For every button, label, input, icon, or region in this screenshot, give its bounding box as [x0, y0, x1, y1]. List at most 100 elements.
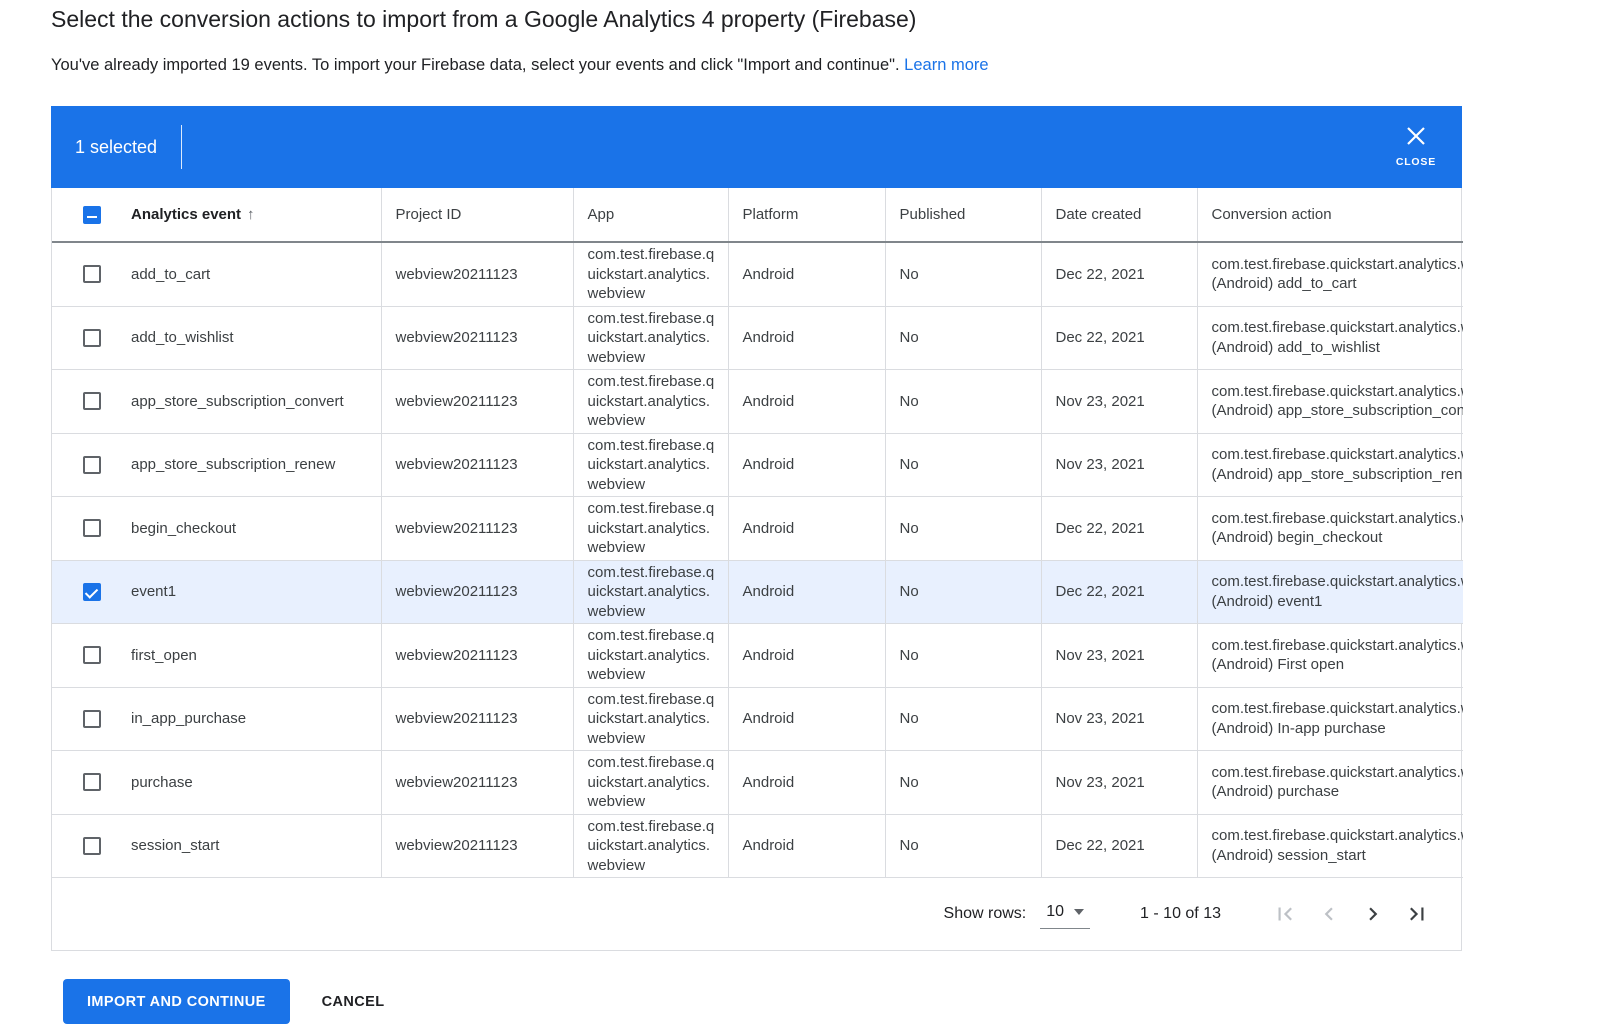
- chevron-left-icon: [1316, 901, 1342, 927]
- table-row[interactable]: add_to_cart webview20211123 com.test.fir…: [52, 242, 1463, 306]
- chevron-right-icon: [1360, 901, 1386, 927]
- import-conversions-page: Select the conversion actions to import …: [0, 0, 1600, 1024]
- table-row[interactable]: first_open webview20211123 com.test.fire…: [52, 624, 1463, 688]
- table-row[interactable]: begin_checkout webview20211123 com.test.…: [52, 497, 1463, 561]
- column-header-analytics-event[interactable]: Analytics event↑: [131, 188, 381, 242]
- row-checkbox[interactable]: [83, 773, 101, 791]
- date-created-cell: Nov 23, 2021: [1041, 687, 1197, 751]
- row-checkbox[interactable]: [83, 265, 101, 283]
- table-row[interactable]: app_store_subscription_convert webview20…: [52, 370, 1463, 434]
- select-all-checkbox[interactable]: [83, 206, 101, 224]
- platform-cell: Android: [728, 624, 885, 688]
- conversion-action-cell: com.test.firebase.quickstart.analytics.w…: [1197, 624, 1463, 688]
- project-id-cell: webview20211123: [381, 306, 573, 370]
- table-footer: Show rows: 10 1 - 10 of 13: [52, 878, 1461, 950]
- first-page-icon: [1272, 901, 1298, 927]
- row-checkbox[interactable]: [83, 329, 101, 347]
- events-table: Analytics event↑ Project ID App Platform…: [52, 188, 1463, 878]
- table-row[interactable]: in_app_purchase webview20211123 com.test…: [52, 687, 1463, 751]
- row-checkbox[interactable]: [83, 710, 101, 728]
- app-cell: com.test.firebase.quickstart.analytics.w…: [573, 497, 728, 561]
- row-checkbox[interactable]: [83, 837, 101, 855]
- date-created-cell: Dec 22, 2021: [1041, 306, 1197, 370]
- table-row[interactable]: event1 webview20211123 com.test.firebase…: [52, 560, 1463, 624]
- column-header-app[interactable]: App: [573, 188, 728, 242]
- table-row[interactable]: session_start webview20211123 com.test.f…: [52, 814, 1463, 878]
- event-cell: session_start: [131, 814, 381, 878]
- project-id-cell: webview20211123: [381, 624, 573, 688]
- checkbox-cell: [52, 433, 131, 497]
- selection-bar: 1 selected CLOSE: [51, 106, 1462, 188]
- table-row[interactable]: add_to_wishlist webview20211123 com.test…: [52, 306, 1463, 370]
- table-row[interactable]: app_store_subscription_renew webview2021…: [52, 433, 1463, 497]
- chevron-down-icon: [1074, 909, 1084, 915]
- event-cell: event1: [131, 560, 381, 624]
- app-cell: com.test.firebase.quickstart.analytics.w…: [573, 433, 728, 497]
- row-checkbox[interactable]: [83, 583, 101, 601]
- project-id-cell: webview20211123: [381, 814, 573, 878]
- published-cell: No: [885, 306, 1041, 370]
- app-cell: com.test.firebase.quickstart.analytics.w…: [573, 306, 728, 370]
- event-cell: add_to_wishlist: [131, 306, 381, 370]
- project-id-cell: webview20211123: [381, 370, 573, 434]
- column-header-label: App: [588, 206, 615, 223]
- published-cell: No: [885, 497, 1041, 561]
- published-cell: No: [885, 687, 1041, 751]
- table-row[interactable]: purchase webview20211123 com.test.fireba…: [52, 751, 1463, 815]
- date-created-cell: Dec 22, 2021: [1041, 497, 1197, 561]
- last-page-icon: [1404, 901, 1430, 927]
- app-cell: com.test.firebase.quickstart.analytics.w…: [573, 814, 728, 878]
- row-checkbox[interactable]: [83, 456, 101, 474]
- platform-cell: Android: [728, 497, 885, 561]
- show-rows-label: Show rows:: [944, 905, 1027, 923]
- import-and-continue-button[interactable]: IMPORT AND CONTINUE: [63, 979, 290, 1024]
- checkbox-cell: [52, 751, 131, 815]
- pagination-range: 1 - 10 of 13: [1140, 905, 1221, 923]
- conversion-action-cell: com.test.firebase.quickstart.analytics.w…: [1197, 687, 1463, 751]
- platform-cell: Android: [728, 433, 885, 497]
- table-body: add_to_cart webview20211123 com.test.fir…: [52, 242, 1463, 878]
- checkbox-cell: [52, 814, 131, 878]
- project-id-cell: webview20211123: [381, 751, 573, 815]
- column-header-date-created[interactable]: Date created: [1041, 188, 1197, 242]
- platform-cell: Android: [728, 306, 885, 370]
- date-created-cell: Dec 22, 2021: [1041, 242, 1197, 306]
- published-cell: No: [885, 751, 1041, 815]
- conversion-action-cell: com.test.firebase.quickstart.analytics.w…: [1197, 433, 1463, 497]
- published-cell: No: [885, 433, 1041, 497]
- divider: [181, 125, 182, 169]
- column-header-published[interactable]: Published: [885, 188, 1041, 242]
- previous-page-button[interactable]: [1307, 892, 1351, 936]
- row-checkbox[interactable]: [83, 519, 101, 537]
- date-created-cell: Dec 22, 2021: [1041, 814, 1197, 878]
- learn-more-link[interactable]: Learn more: [904, 56, 988, 74]
- app-cell: com.test.firebase.quickstart.analytics.w…: [573, 687, 728, 751]
- platform-cell: Android: [728, 242, 885, 306]
- first-page-button[interactable]: [1263, 892, 1307, 936]
- checkbox-cell: [52, 497, 131, 561]
- close-label: CLOSE: [1396, 156, 1436, 168]
- app-cell: com.test.firebase.quickstart.analytics.w…: [573, 370, 728, 434]
- checkbox-cell: [52, 687, 131, 751]
- column-header-label: Analytics event: [131, 206, 241, 223]
- next-page-button[interactable]: [1351, 892, 1395, 936]
- rows-per-page-select[interactable]: 10: [1040, 899, 1090, 929]
- last-page-button[interactable]: [1395, 892, 1439, 936]
- event-cell: first_open: [131, 624, 381, 688]
- column-header-platform[interactable]: Platform: [728, 188, 885, 242]
- published-cell: No: [885, 560, 1041, 624]
- event-cell: add_to_cart: [131, 242, 381, 306]
- conversion-action-cell: com.test.firebase.quickstart.analytics.w…: [1197, 560, 1463, 624]
- event-cell: app_store_subscription_renew: [131, 433, 381, 497]
- column-header-label: Project ID: [396, 206, 462, 223]
- date-created-cell: Nov 23, 2021: [1041, 370, 1197, 434]
- close-button[interactable]: CLOSE: [1388, 120, 1444, 174]
- column-header-project-id[interactable]: Project ID: [381, 188, 573, 242]
- column-header-conversion-action[interactable]: Conversion action: [1197, 188, 1463, 242]
- date-created-cell: Nov 23, 2021: [1041, 433, 1197, 497]
- cancel-button[interactable]: CANCEL: [314, 994, 393, 1010]
- conversion-action-cell: com.test.firebase.quickstart.analytics.w…: [1197, 814, 1463, 878]
- events-table-wrap: Analytics event↑ Project ID App Platform…: [51, 188, 1462, 951]
- row-checkbox[interactable]: [83, 392, 101, 410]
- row-checkbox[interactable]: [83, 646, 101, 664]
